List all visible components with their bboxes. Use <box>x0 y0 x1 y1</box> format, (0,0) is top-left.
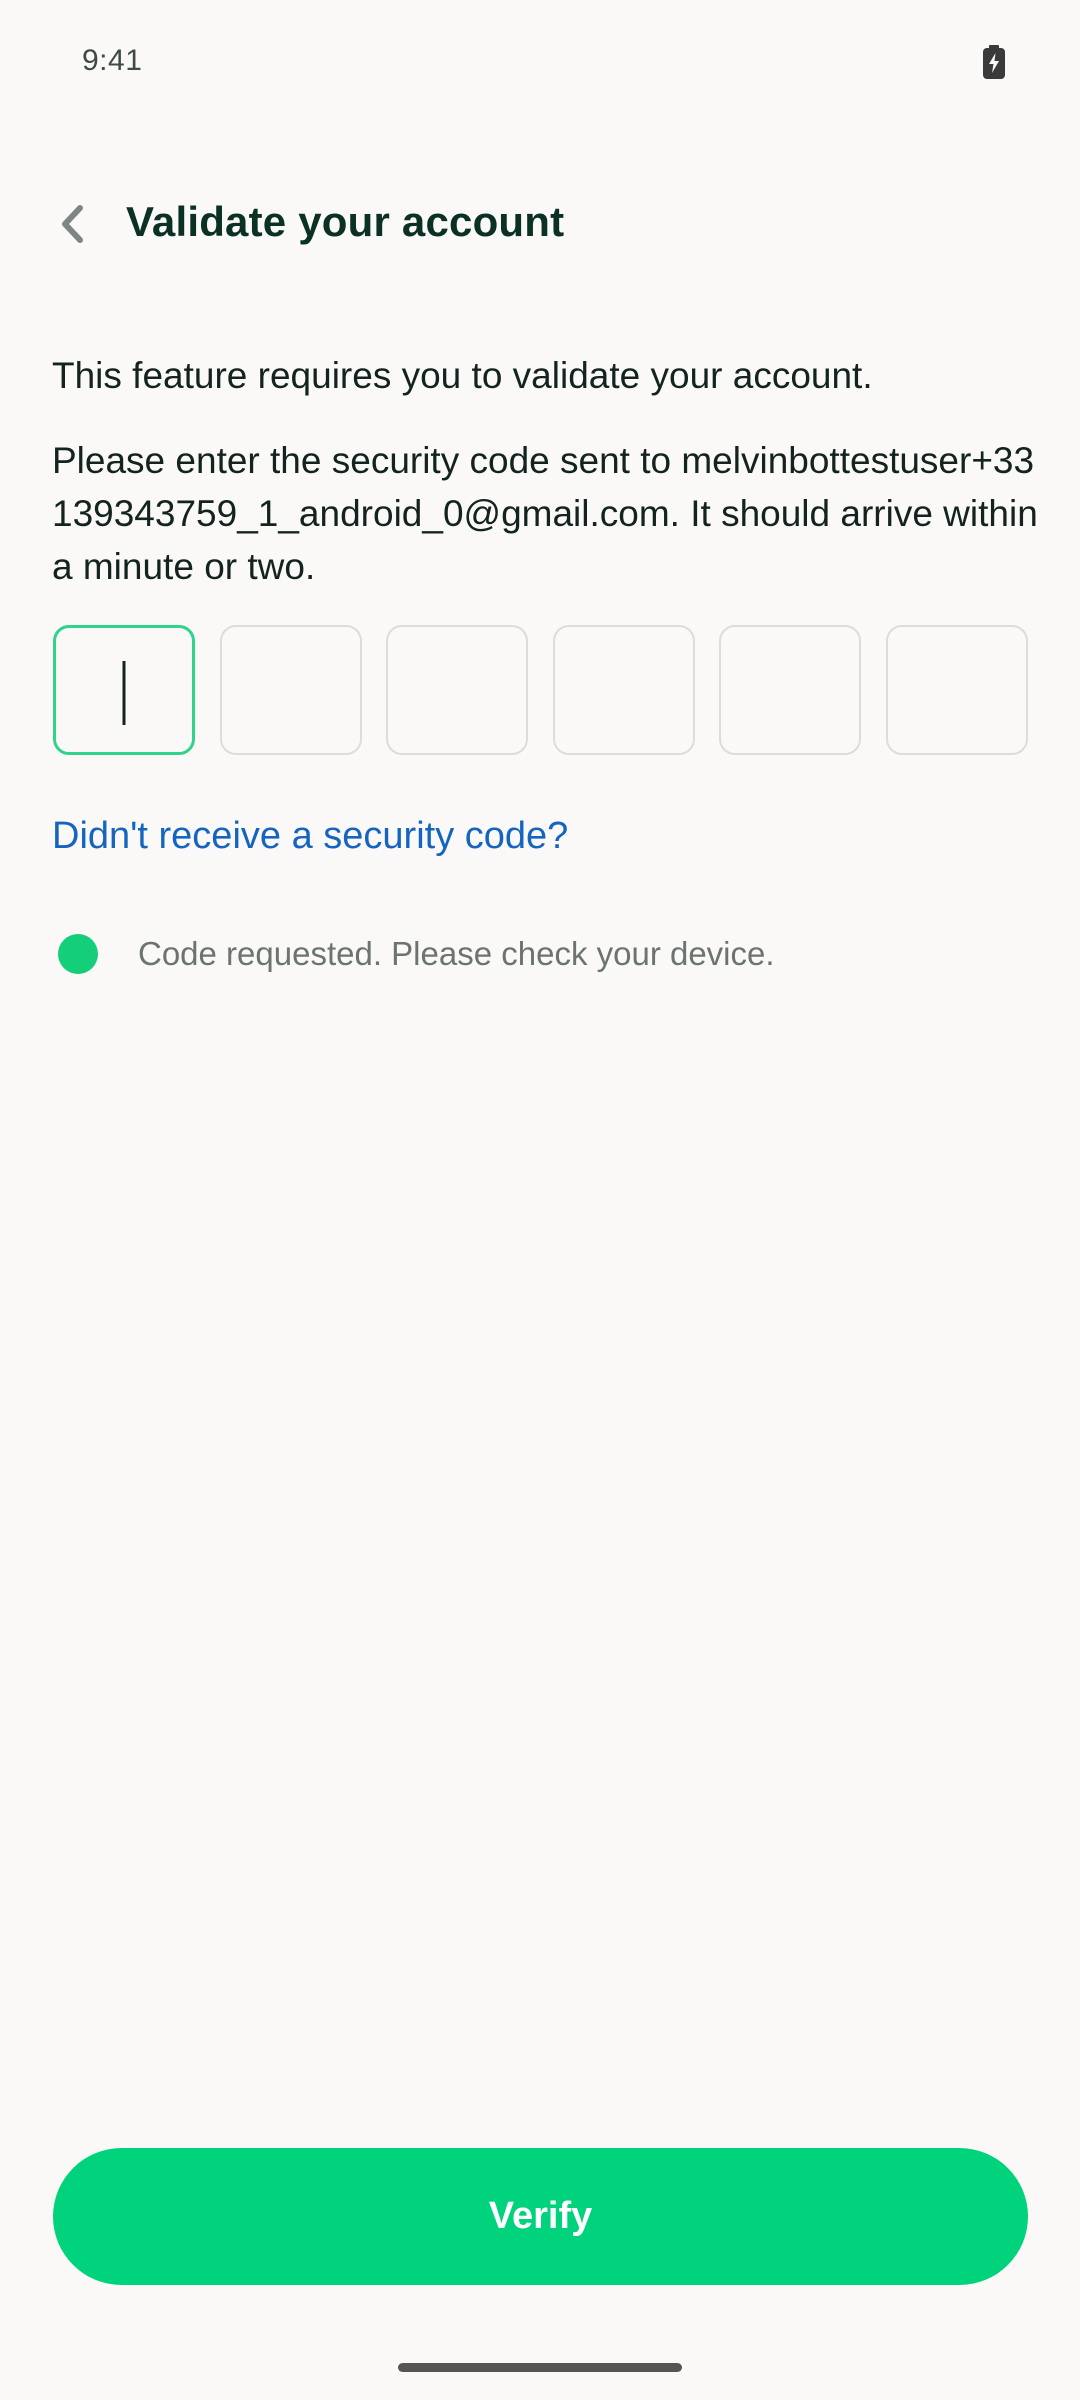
resend-code-link[interactable]: Didn't receive a security code? <box>52 815 568 858</box>
battery-charging-icon <box>983 45 1005 79</box>
app-header: Validate your account <box>0 180 1080 270</box>
code-digit-input-4[interactable] <box>552 625 695 755</box>
back-button[interactable] <box>40 192 104 256</box>
code-digit-input-5[interactable] <box>719 625 862 755</box>
success-dot-icon <box>58 934 98 974</box>
code-digit-input-1[interactable] <box>53 625 195 755</box>
status-message-text: Code requested. Please check your device… <box>138 935 775 972</box>
status-time: 9:41 <box>82 44 143 77</box>
status-message: Code requested. Please check your device… <box>58 932 775 976</box>
home-indicator[interactable] <box>398 2363 682 2372</box>
intro-text: This feature requires you to validate yo… <box>52 355 873 396</box>
text-cursor <box>122 661 126 725</box>
code-digit-input-6[interactable] <box>885 625 1028 755</box>
code-digit-input-2[interactable] <box>219 625 362 755</box>
instruction-text: Please enter the security code sent to m… <box>52 440 1038 587</box>
verify-button[interactable]: Verify <box>53 2148 1028 2285</box>
status-bar: 9:41 <box>0 0 1080 128</box>
security-code-input-group <box>53 625 1028 759</box>
code-digit-input-3[interactable] <box>386 625 529 755</box>
chevron-left-icon <box>62 205 83 243</box>
page-title: Validate your account <box>126 198 565 245</box>
